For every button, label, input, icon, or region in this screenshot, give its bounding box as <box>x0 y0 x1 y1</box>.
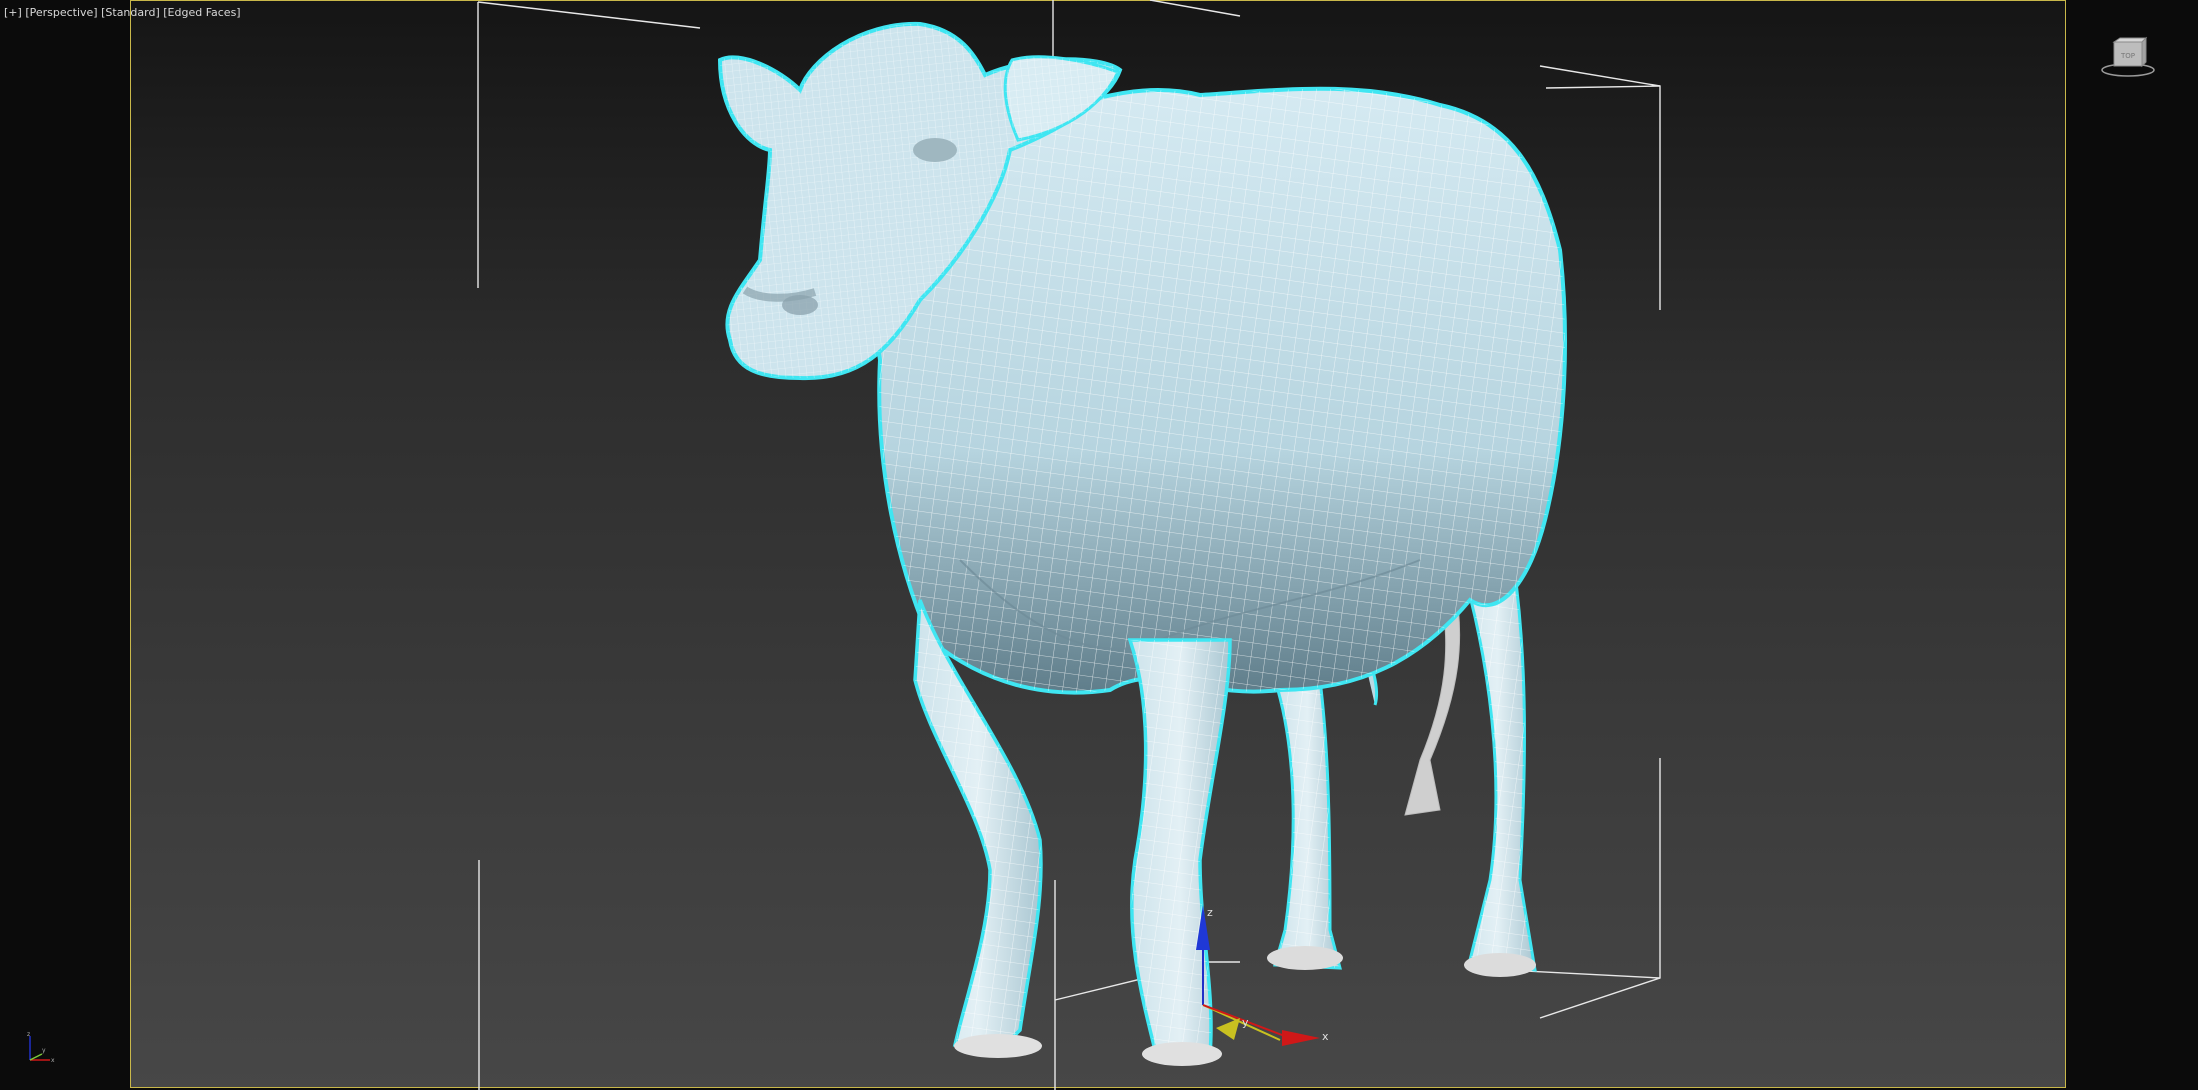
world-axis-z-label: z <box>27 1031 30 1038</box>
gizmo-y-plane[interactable] <box>1216 1018 1240 1040</box>
gizmo-z-label: z <box>1207 906 1213 919</box>
world-axis-x-label: x <box>51 1057 55 1064</box>
world-axis-tripod: z x y <box>27 1031 55 1064</box>
world-axis-y-label: y <box>42 1047 46 1054</box>
viewport-display-menu[interactable]: [Edged Faces] <box>163 6 240 19</box>
world-axis-y <box>29 1053 43 1061</box>
viewcube-icon[interactable]: TOP <box>2101 36 2155 77</box>
viewcube[interactable]: TOP <box>2100 36 2160 80</box>
viewport-shading-menu[interactable]: [Standard] <box>101 6 160 19</box>
gizmo-y-label: y <box>1242 1016 1249 1029</box>
gizmo-x-label: x <box>1322 1030 1329 1043</box>
viewcube-face-label: TOP <box>2120 52 2135 60</box>
scene-view[interactable]: x y z <box>0 0 2198 1090</box>
gizmo-x-arrow[interactable] <box>1282 1030 1320 1046</box>
viewport-view-menu[interactable]: [Perspective] <box>25 6 97 19</box>
viewport-label-menu: [+] [Perspective] [Standard] [Edged Face… <box>4 6 241 19</box>
viewport-plus-menu[interactable]: [+] <box>4 6 22 19</box>
